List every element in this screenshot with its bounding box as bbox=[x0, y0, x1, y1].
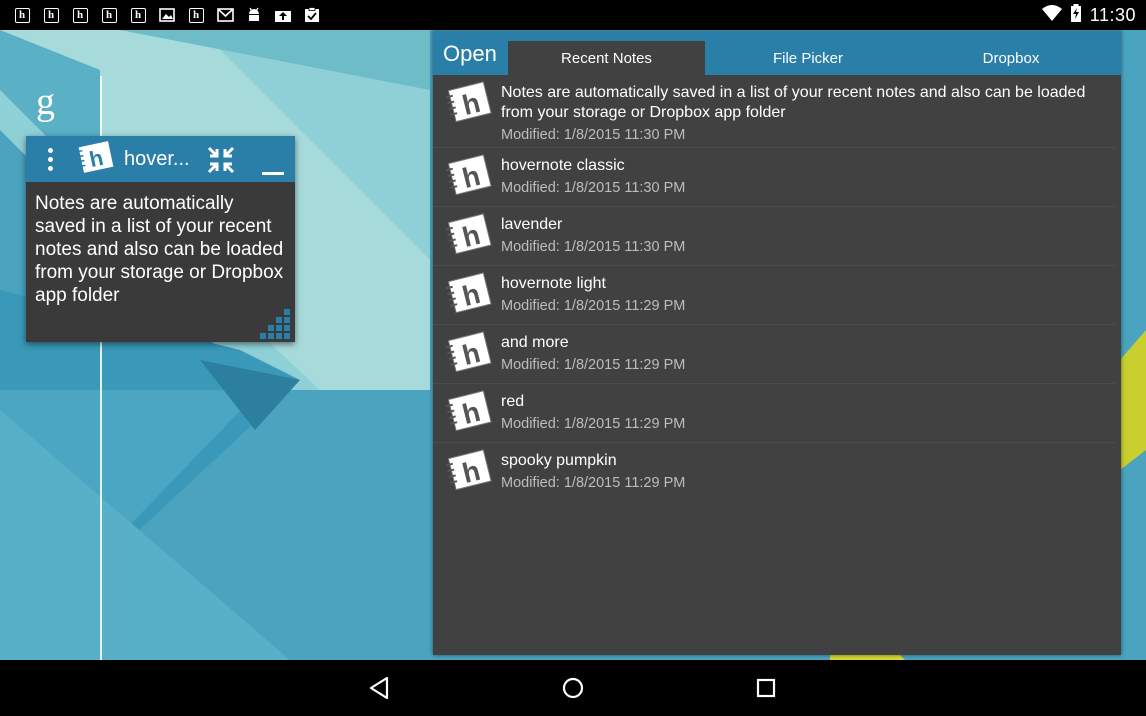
note-list-item[interactable]: h hovernote light Modified: 1/8/2015 11:29… bbox=[433, 266, 1115, 325]
hovernote-file-icon: h bbox=[443, 331, 495, 375]
recents-icon[interactable] bbox=[752, 674, 780, 702]
note-name: spooky pumpkin bbox=[501, 452, 617, 469]
widget-note-text[interactable]: Notes are automatically saved in a list … bbox=[26, 182, 295, 307]
hovernote-icon: h bbox=[186, 7, 206, 23]
hovernote-logo-icon: h bbox=[76, 140, 116, 179]
note-name: red bbox=[501, 393, 525, 410]
hovernote-icon: h bbox=[128, 7, 148, 23]
note-name: hovernote classic bbox=[501, 157, 625, 174]
image-icon bbox=[157, 7, 177, 23]
widget-header[interactable]: h hover... bbox=[26, 136, 295, 182]
widget-title: hover... bbox=[124, 147, 190, 170]
note-modified: Modified: 1/8/2015 11:29 PM bbox=[501, 416, 686, 432]
email-icon bbox=[215, 7, 235, 23]
hovernote-icon: h bbox=[70, 7, 90, 23]
status-bar: h h h h h h 11:30 bbox=[0, 0, 1146, 30]
navigation-bar bbox=[0, 660, 1146, 716]
minimize-button[interactable] bbox=[262, 172, 284, 175]
collapse-icon[interactable] bbox=[206, 145, 236, 175]
wifi-icon bbox=[1041, 4, 1062, 26]
clock: 11:30 bbox=[1089, 4, 1136, 25]
hovernote-icon: h bbox=[99, 7, 119, 23]
open-dialog: Open Recent Notes File Picker Dropbox hN… bbox=[433, 31, 1121, 655]
note-list-item[interactable]: h Notes are automatically saved in a list… bbox=[433, 75, 1115, 148]
tab-file-picker[interactable]: File Picker bbox=[708, 41, 908, 75]
note-modified: Modified: 1/8/2015 11:30 PM bbox=[501, 239, 686, 255]
note-modified: Modified: 1/8/2015 11:30 PM bbox=[501, 180, 686, 196]
hovernote-file-icon: h bbox=[443, 449, 495, 493]
note-list-item[interactable]: h lavender Modified: 1/8/2015 11:30 PM bbox=[433, 207, 1115, 266]
tab-dropbox[interactable]: Dropbox bbox=[911, 41, 1111, 75]
note-name: Notes are automatically saved in a list … bbox=[501, 84, 1086, 121]
note-name: hovernote light bbox=[501, 275, 606, 292]
back-icon[interactable] bbox=[366, 674, 394, 702]
note-list-item[interactable]: h hovernote classic Modified: 1/8/2015 11:… bbox=[433, 148, 1115, 207]
note-modified: Modified: 1/8/2015 11:30 PM bbox=[501, 127, 686, 143]
hovernote-file-icon: h bbox=[443, 213, 495, 257]
battery-icon bbox=[1070, 3, 1082, 27]
home-icon[interactable] bbox=[559, 674, 587, 702]
dialog-title: Open bbox=[443, 41, 497, 66]
hovernote-file-icon: h bbox=[443, 81, 495, 125]
resize-handle-icon[interactable] bbox=[260, 307, 292, 339]
hovernote-icon: h bbox=[12, 7, 32, 23]
note-modified: Modified: 1/8/2015 11:29 PM bbox=[501, 298, 686, 314]
overflow-menu-icon[interactable] bbox=[44, 147, 56, 171]
note-list-item[interactable]: h red Modified: 1/8/2015 11:29 PM bbox=[433, 384, 1115, 443]
dialog-header: Open Recent Notes File Picker Dropbox bbox=[433, 31, 1121, 75]
note-name: and more bbox=[501, 334, 569, 351]
hovernote-file-icon: h bbox=[443, 272, 495, 316]
note-list-item[interactable]: h spooky pumpkin Modified: 1/8/2015 11:29 … bbox=[433, 443, 1115, 501]
upload-icon bbox=[273, 7, 293, 23]
hovernote-icon: h bbox=[41, 7, 61, 23]
note-modified: Modified: 1/8/2015 11:29 PM bbox=[501, 357, 686, 373]
hovernote-file-icon: h bbox=[443, 154, 495, 198]
note-modified: Modified: 1/8/2015 11:29 PM bbox=[501, 475, 686, 491]
note-list-item[interactable]: h and more Modified: 1/8/2015 11:29 PM bbox=[433, 325, 1115, 384]
google-search-button[interactable]: g bbox=[36, 80, 55, 124]
tab-recent-notes[interactable]: Recent Notes bbox=[508, 41, 705, 75]
android-icon bbox=[244, 7, 264, 23]
clipboard-check-icon bbox=[302, 7, 322, 23]
floating-note-widget[interactable]: h hover... Notes are automatically saved… bbox=[26, 136, 295, 342]
hovernote-file-icon: h bbox=[443, 390, 495, 434]
notification-icons: h h h h h h bbox=[12, 7, 322, 23]
recent-notes-list: h Notes are automatically saved in a list… bbox=[433, 75, 1121, 501]
note-name: lavender bbox=[501, 216, 563, 233]
